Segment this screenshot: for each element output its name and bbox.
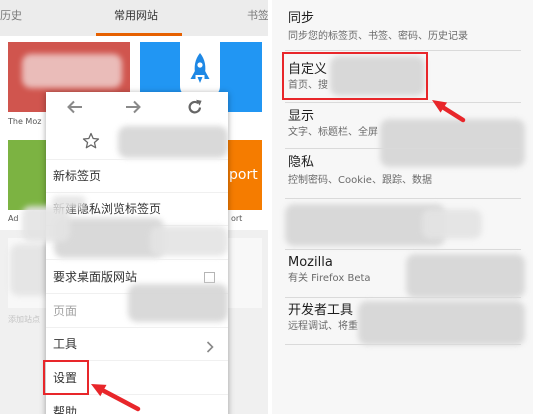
settings-item-sync[interactable]: 同步 同步您的标签页、书签、密码、历史记录: [272, 0, 533, 50]
tab-bookmarks[interactable]: 书签: [247, 9, 268, 23]
redaction-blur: [10, 244, 50, 296]
menu-item-label: 新标签页: [53, 169, 102, 183]
menu-item-help[interactable]: 帮助: [46, 394, 228, 414]
settings-item-summary: 有关 Firefox Beta: [288, 273, 371, 284]
menu-item-tools[interactable]: 工具: [46, 327, 228, 360]
settings-item-summary: 控制密码、Cookie、跟踪、数据: [288, 175, 432, 186]
home-pager-tabs: 历史 常用网站 书签: [0, 0, 268, 36]
menu-navigation-row: [46, 92, 228, 122]
redaction-blur: [406, 254, 525, 298]
reload-icon[interactable]: [185, 98, 205, 116]
menu-item-page: 页面: [46, 284, 228, 327]
settings-panel: 同步 同步您的标签页、书签、密码、历史记录 自定义 首页、搜 显示 文字、标题栏…: [272, 0, 533, 414]
request-desktop-checkbox[interactable]: [204, 272, 215, 283]
redaction-blur: [358, 301, 525, 345]
highlight-box-settings: [43, 360, 89, 395]
redaction-blur: [118, 126, 228, 158]
rocket-icon: [177, 42, 223, 96]
firefox-home-panel: 历史 常用网站 书签 The Moz Ad port ort 添加站点 新标签页…: [0, 0, 268, 414]
settings-item-title: 同步: [288, 11, 315, 26]
tab-top-sites[interactable]: 常用网站: [114, 9, 158, 23]
add-site-label: 添加站点: [8, 315, 40, 324]
settings-item-summary: 同步您的标签页、书签、密码、历史记录: [288, 31, 468, 42]
redaction-blur: [150, 226, 228, 256]
settings-item-title: 显示: [288, 109, 315, 124]
settings-item-developer-tools[interactable]: 开发者工具 远程调试、将重: [272, 298, 533, 345]
chevron-right-icon: [206, 338, 214, 353]
redaction-blur: [422, 209, 482, 239]
redaction-blur: [54, 218, 164, 258]
top-site-label: Ad: [8, 214, 19, 223]
menu-item-redacted[interactable]: [46, 218, 228, 259]
top-site-tile-text: port: [229, 167, 258, 183]
settings-item-title: 隐私: [288, 155, 315, 170]
star-icon[interactable]: [82, 132, 100, 150]
menu-item-label: 帮助: [53, 404, 78, 414]
menu-item-label: 工具: [53, 337, 78, 351]
settings-item-mozilla[interactable]: Mozilla 有关 Firefox Beta: [272, 250, 533, 298]
top-site-label: The Moz: [8, 117, 42, 126]
menu-item-label: 要求桌面版网站: [53, 269, 138, 284]
menu-item-label: 页面: [53, 303, 78, 318]
redaction-blur: [285, 204, 445, 246]
active-tab-indicator: [96, 33, 182, 36]
redaction-blur: [22, 206, 70, 242]
settings-item-title: Mozilla: [288, 255, 333, 270]
tab-history[interactable]: 历史: [0, 9, 22, 23]
top-site-label: ort: [231, 214, 243, 223]
divider: [285, 344, 521, 345]
redaction-blur: [22, 54, 122, 88]
composite-screenshot: 历史 常用网站 书签 The Moz Ad port ort 添加站点 新标签页…: [0, 0, 533, 414]
settings-item-summary: 远程调试、将重: [288, 321, 358, 332]
menu-item-new-tab[interactable]: 新标签页: [46, 159, 228, 192]
settings-item-redacted[interactable]: [272, 199, 533, 249]
highlight-box-customize: [282, 52, 428, 100]
settings-item-privacy[interactable]: 隐私 控制密码、Cookie、跟踪、数据: [272, 149, 533, 198]
menu-bookmark-row: [46, 124, 228, 158]
redaction-blur: [128, 284, 228, 322]
forward-arrow-icon[interactable]: [123, 98, 143, 116]
settings-item-summary: 文字、标题栏、全屏: [288, 127, 378, 138]
back-arrow-icon[interactable]: [65, 98, 85, 116]
settings-item-title: 开发者工具: [288, 303, 354, 318]
